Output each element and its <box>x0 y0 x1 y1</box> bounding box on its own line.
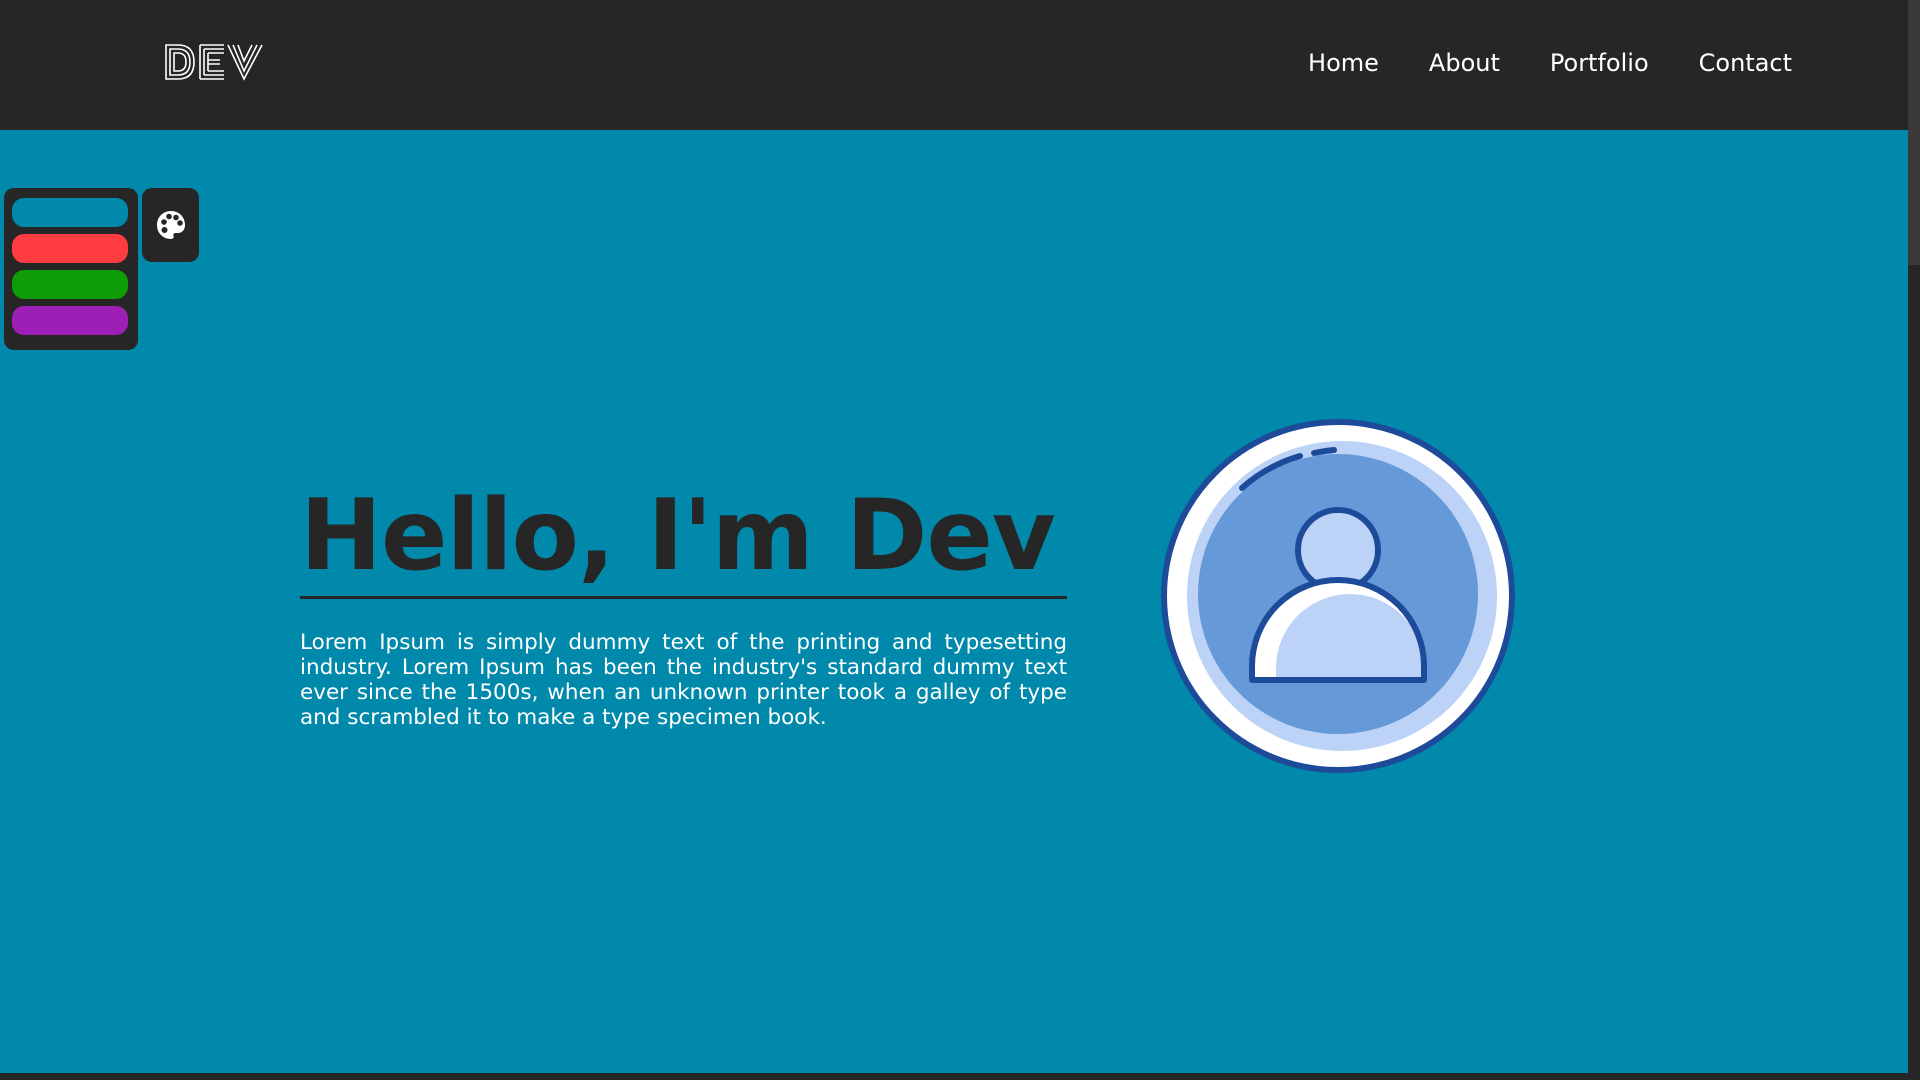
palette-icon <box>156 211 185 239</box>
theme-swatch-red[interactable] <box>12 234 128 263</box>
user-avatar-icon <box>1161 419 1515 773</box>
nav-about-link[interactable]: About <box>1429 47 1500 79</box>
nav-contact-link[interactable]: Contact <box>1699 47 1792 79</box>
theme-swatch-panel <box>4 188 138 350</box>
navbar: Home About Portfolio Contact <box>0 0 1908 130</box>
nav-portfolio-link[interactable]: Portfolio <box>1550 47 1649 79</box>
theme-swatch-green[interactable] <box>12 270 128 299</box>
scrollbar-thumb[interactable] <box>1908 0 1920 265</box>
logo-dev-icon <box>165 44 263 81</box>
main-nav: Home About Portfolio Contact <box>1308 47 1792 79</box>
hero-title: Hello, I'm Dev <box>300 479 1056 593</box>
avatar <box>1160 418 1516 774</box>
hero-description: Lorem Ipsum is simply dummy text of the … <box>300 630 1067 730</box>
logo[interactable] <box>164 43 264 81</box>
nav-home-link[interactable]: Home <box>1308 47 1379 79</box>
title-divider <box>300 596 1067 599</box>
page: Home About Portfolio Contact Hello, I'm … <box>0 0 1908 1073</box>
theme-swatch-teal[interactable] <box>12 198 128 227</box>
theme-toggle-button[interactable] <box>142 188 199 262</box>
theme-swatch-purple[interactable] <box>12 306 128 335</box>
